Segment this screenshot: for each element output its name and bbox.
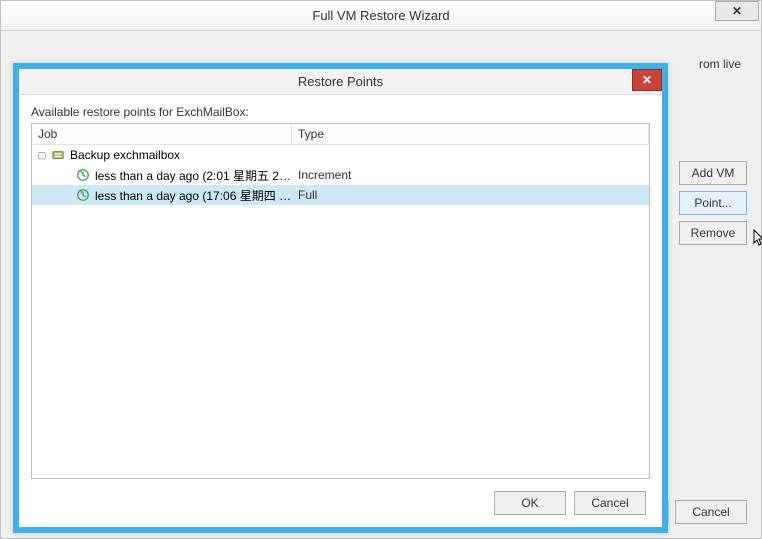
add-vm-button[interactable]: Add VM [679, 161, 747, 185]
restore-point-type: Increment [292, 168, 351, 182]
available-restore-points-label: Available restore points for ExchMailBox… [31, 105, 650, 119]
point-button[interactable]: Point... [679, 191, 747, 215]
inner-titlebar: Restore Points ✕ [19, 69, 662, 95]
ok-button[interactable]: OK [494, 491, 566, 515]
dialog-button-bar: OK Cancel [31, 479, 650, 519]
cancel-button[interactable]: Cancel [675, 500, 747, 524]
full-vm-restore-wizard-window: Full VM Restore Wizard ✕ rom live Add VM… [0, 0, 762, 539]
restore-points-dialog: Restore Points ✕ Available restore point… [13, 63, 668, 533]
outer-close-button[interactable]: ✕ [715, 1, 759, 21]
mouse-cursor-icon [753, 229, 762, 249]
inner-close-button[interactable]: ✕ [632, 69, 662, 91]
column-header-job[interactable]: Job [32, 124, 292, 144]
restore-point-label: less than a day ago (2:01 星期五 20... [95, 167, 292, 184]
restore-point-increment-icon [75, 167, 91, 183]
outer-window-title: Full VM Restore Wizard [312, 8, 449, 23]
inner-window-title: Restore Points [298, 74, 383, 89]
outer-titlebar: Full VM Restore Wizard ✕ [1, 1, 761, 31]
restore-points-list[interactable]: Job Type ▢ Backup exchmailbox [31, 123, 650, 479]
inner-body: Available restore points for ExchMailBox… [19, 95, 662, 527]
tree-root-label: Backup exchmailbox [70, 148, 180, 162]
remove-button[interactable]: Remove [679, 221, 747, 245]
close-icon: ✕ [732, 4, 742, 18]
restore-point-label: less than a day ago (17:06 星期四 2... [95, 187, 292, 204]
restore-point-full-icon [75, 187, 91, 203]
restore-point-row[interactable]: less than a day ago (17:06 星期四 2... Full [32, 185, 649, 205]
cancel-button-inner[interactable]: Cancel [574, 491, 646, 515]
partial-text-rom-live: rom live [699, 57, 741, 71]
column-header-type[interactable]: Type [292, 124, 649, 144]
restore-point-type: Full [292, 188, 317, 202]
list-header: Job Type [32, 124, 649, 145]
close-icon: ✕ [642, 73, 652, 87]
expand-collapse-icon[interactable]: ▢ [36, 150, 48, 161]
outer-body: rom live Add VM Point... Remove < Previo… [1, 31, 761, 538]
restore-point-row[interactable]: less than a day ago (2:01 星期五 20... Incr… [32, 165, 649, 185]
tree-root-row[interactable]: ▢ Backup exchmailbox [32, 145, 649, 165]
backup-job-icon [50, 147, 66, 163]
vm-actions-panel: Add VM Point... Remove [679, 161, 747, 245]
